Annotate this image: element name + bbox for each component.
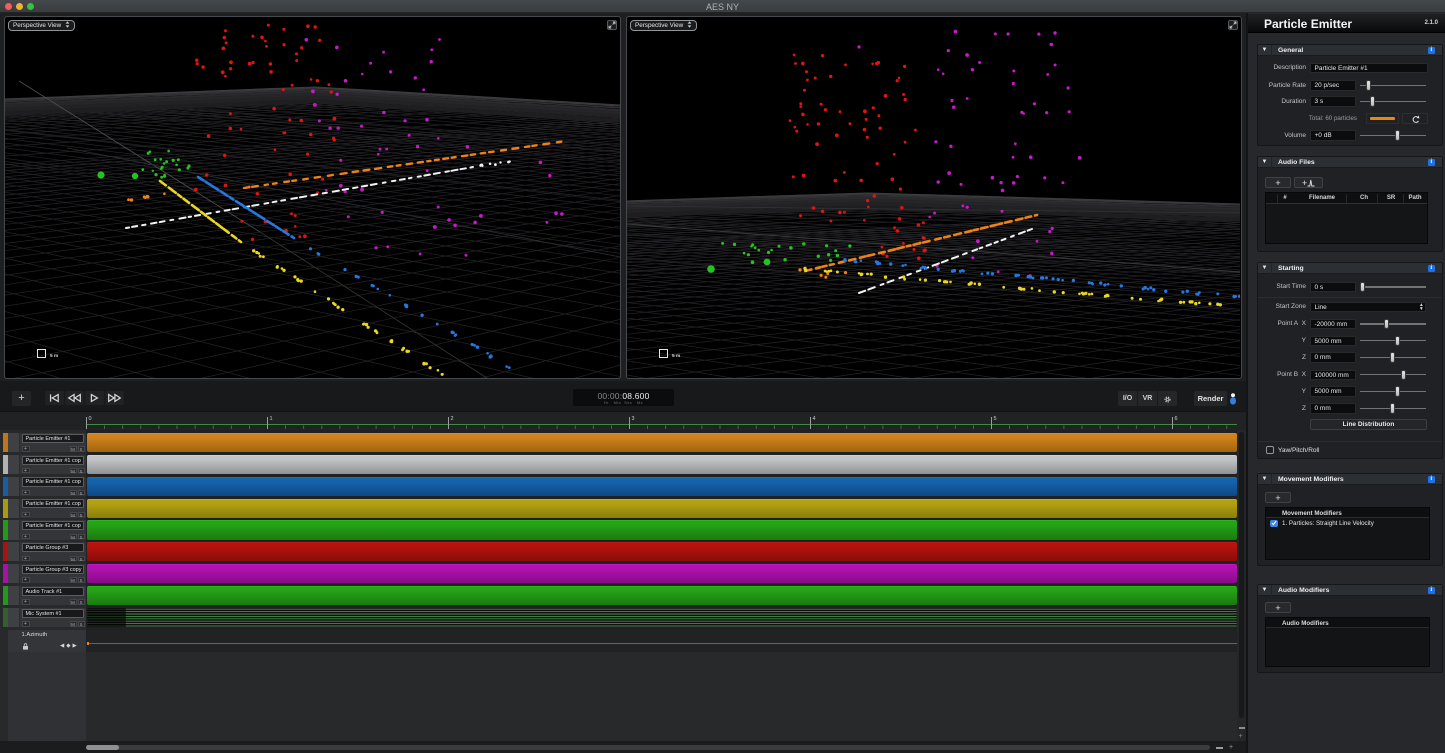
svg-text:2: 2 [451,416,454,422]
svg-text:0: 0 [89,416,92,422]
svg-text:6: 6 [1175,416,1178,422]
svg-text:4: 4 [813,416,816,422]
svg-text:1: 1 [270,416,273,422]
svg-text:5: 5 [994,416,997,422]
svg-text:3: 3 [632,416,635,422]
